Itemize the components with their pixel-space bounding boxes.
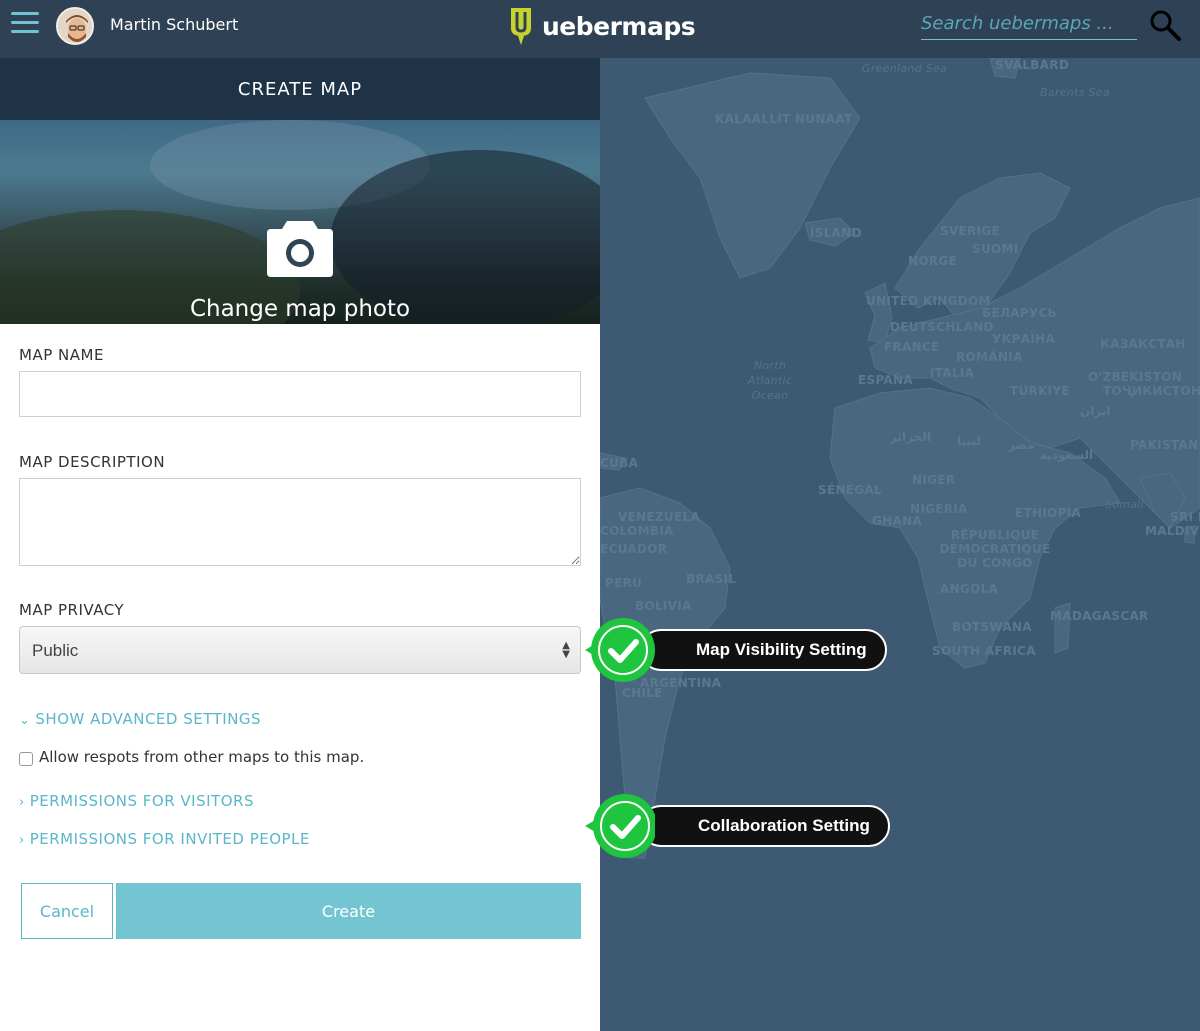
map-privacy-label: MAP PRIVACY [19, 601, 125, 619]
callout-label: Map Visibility Setting [640, 629, 887, 671]
callout-label: Collaboration Setting [640, 805, 890, 847]
camera-icon [267, 221, 333, 277]
map-label: MALDIVES [1145, 524, 1200, 538]
world-map[interactable]: SVALBARD Greenland Sea Barents Sea KALAA… [600, 58, 1200, 1031]
map-label: CUBA [600, 456, 639, 470]
chevron-down-icon: ⌄ [19, 713, 31, 728]
map-label: الجزائر [890, 430, 931, 444]
map-label: FRANCE [884, 340, 940, 354]
map-label: UNITED KINGDOM [866, 294, 991, 308]
map-label: SVALBARD [995, 58, 1070, 72]
map-label: ITALIA [930, 366, 975, 380]
map-label: PERÚ [605, 576, 643, 590]
map-label: SÉNÉGAL [818, 483, 882, 497]
map-label: БЕЛАРУСЬ [982, 306, 1057, 320]
show-advanced-label: SHOW ADVANCED SETTINGS [35, 710, 262, 728]
hamburger-menu-icon[interactable] [11, 12, 39, 34]
map-label: NIGER [912, 473, 956, 487]
checkmark-icon [585, 794, 655, 858]
map-label: DEUTSCHLAND [890, 320, 994, 334]
map-label: SRI LA [1170, 510, 1200, 524]
select-arrows-icon: ▲ ▼ [562, 640, 570, 660]
map-label: O'ZBEKISTON [1088, 370, 1183, 384]
search-input[interactable] [921, 10, 1137, 40]
map-label: ESPAÑA [858, 373, 913, 387]
map-label: Barents Sea [1040, 86, 1110, 99]
map-description-label: MAP DESCRIPTION [19, 453, 166, 471]
map-label: North Atlantic Ocean [747, 359, 793, 402]
allow-respots-row[interactable]: Allow respots from other maps to this ma… [19, 748, 364, 766]
map-label: SUOMI [972, 242, 1019, 256]
map-label: ROMÂNIA [956, 350, 1023, 364]
map-label: SOUTH AFRICA [932, 644, 1036, 658]
allow-respots-label[interactable]: Allow respots from other maps to this ma… [39, 748, 364, 766]
create-map-panel: CREATE MAP Change map photo MAP NAME MAP… [0, 58, 600, 1031]
logo-text: uebermaps [542, 11, 696, 41]
map-label: ایران [1080, 404, 1111, 418]
map-description-input[interactable] [19, 478, 581, 566]
uebermaps-logo-icon [511, 8, 531, 45]
uebermaps-logo[interactable]: uebermaps [508, 4, 696, 48]
search-icon[interactable] [1148, 8, 1184, 44]
top-bar: Martin Schubert uebermaps [0, 0, 1200, 58]
show-advanced-settings-link[interactable]: ⌄ SHOW ADVANCED SETTINGS [19, 710, 261, 728]
change-photo-label: Change map photo [189, 296, 411, 322]
map-label: ECUADOR [600, 542, 668, 556]
map-label: ТОҶИКИСТОН [1103, 384, 1200, 398]
map-label: MADAGASCAR [1050, 609, 1149, 623]
map-name-input[interactable] [19, 371, 581, 417]
map-label: Greenland Sea [862, 62, 948, 75]
map-label: PAKISTAN [1130, 438, 1199, 452]
panel-header: CREATE MAP [0, 58, 600, 120]
map-label: CHILE [622, 686, 663, 700]
map-label: GHANA [872, 514, 923, 528]
map-landmass [600, 58, 1200, 859]
map-label: SVERIGE [940, 224, 1000, 238]
map-label: COLOMBIA [600, 524, 674, 538]
create-button[interactable]: Create [116, 883, 581, 939]
map-label: ETHIOPIA [1015, 506, 1082, 520]
permissions-invited-label: PERMISSIONS FOR INVITED PEOPLE [29, 830, 310, 848]
user-name[interactable]: Martin Schubert [110, 15, 238, 34]
map-privacy-select[interactable]: Public ▲ ▼ [19, 626, 581, 674]
permissions-visitors-label: PERMISSIONS FOR VISITORS [29, 792, 254, 810]
map-label: ANGOLA [940, 582, 999, 596]
change-map-photo-button[interactable]: Change map photo [0, 120, 600, 324]
map-label: BOLIVIA [635, 599, 692, 613]
map-label: BRASIL [686, 572, 737, 586]
map-label: BOTSWANA [952, 620, 1032, 634]
map-label: ليبيا [957, 434, 981, 448]
map-name-label: MAP NAME [19, 346, 104, 364]
chevron-right-icon: › [19, 833, 25, 848]
map-label: УКРАЇНА [992, 332, 1056, 346]
map-label: مصر [1008, 438, 1035, 452]
map-label: KALAALLIT NUNAAT [715, 112, 853, 126]
map-label: ÍSLAND [810, 226, 862, 240]
map-label: السعودية [1040, 448, 1094, 462]
checkmark-icon [585, 618, 655, 682]
map-label: Somali [1105, 498, 1145, 511]
map-label: VENEZUELA [618, 510, 701, 524]
avatar[interactable] [56, 7, 94, 45]
panel-title: CREATE MAP [237, 78, 363, 100]
cancel-button[interactable]: Cancel [21, 883, 113, 939]
permissions-invited-link[interactable]: › PERMISSIONS FOR INVITED PEOPLE [19, 830, 310, 848]
allow-respots-checkbox[interactable] [19, 752, 33, 766]
map-label: КАЗАКСТАН [1100, 337, 1186, 351]
map-label: NORGE [908, 254, 958, 268]
map-label: RÉPUBLIQUE DÉMOCRATIQUE DU CONGO [939, 528, 1051, 570]
map-label: TÜRKIYE [1010, 384, 1070, 398]
map-privacy-value: Public [32, 641, 79, 660]
chevron-right-icon: › [19, 795, 25, 810]
permissions-visitors-link[interactable]: › PERMISSIONS FOR VISITORS [19, 792, 254, 810]
